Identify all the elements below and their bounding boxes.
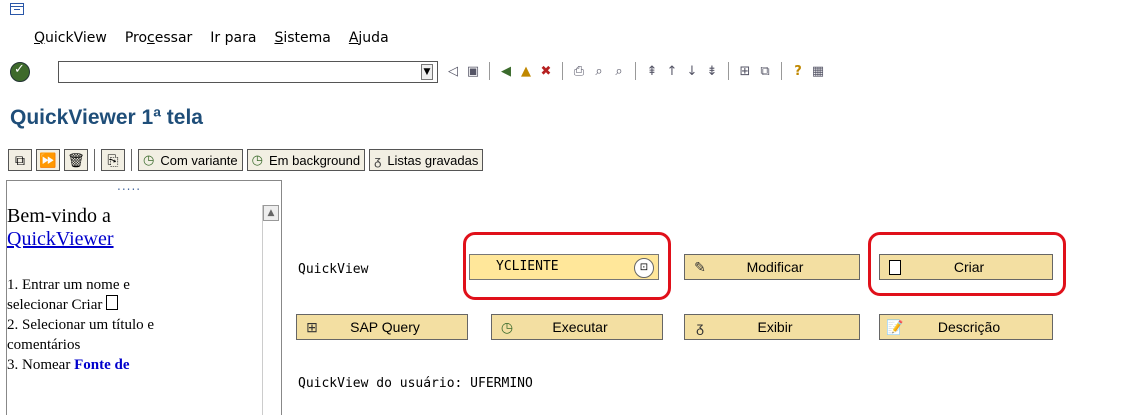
prev-page-icon[interactable]: ↑ — [663, 62, 681, 80]
executar-button[interactable]: ◷ Executar — [491, 314, 663, 340]
cancel-icon[interactable]: ✖ — [537, 62, 555, 80]
help-scrollbar[interactable]: ▲ — [262, 205, 279, 415]
clock-icon: ◷ — [500, 318, 514, 335]
clock-icon: ◷ — [251, 152, 263, 167]
step-2b: comentários — [7, 337, 81, 353]
back-arrow-icon[interactable]: ◁ — [444, 62, 462, 80]
exit-icon[interactable]: ▲ — [517, 62, 535, 80]
description-icon: 📝 — [886, 318, 904, 335]
menu-item-ajuda[interactable]: Ajuda — [345, 30, 393, 46]
user-info-text: QuickView do usuário: UFERMINO — [298, 376, 533, 391]
highlight-box-input — [463, 232, 671, 300]
menu-bar: QuickView Processar Ir para Sistema Ajud… — [0, 0, 1134, 54]
menu-item-processar[interactable]: Processar — [121, 30, 196, 46]
copy-icon[interactable]: ⧉ — [8, 149, 32, 171]
em-background-button[interactable]: ◷ Em background — [246, 149, 366, 171]
pencil-icon: ✎ — [694, 258, 706, 275]
step-2a: 2. Selecionar um título e — [7, 317, 155, 333]
delete-icon[interactable]: 🗑 — [64, 149, 88, 171]
create-doc-icon — [106, 295, 119, 310]
listas-gravadas-button[interactable]: ᵹ Listas gravadas — [369, 149, 484, 171]
panel-resize-handle[interactable]: ..... — [117, 179, 141, 193]
scroll-up-icon[interactable]: ▲ — [263, 205, 279, 221]
shortcut-icon[interactable]: ⧉ — [756, 62, 774, 80]
clock-icon: ◷ — [143, 152, 155, 167]
sap-query-icon: ⊞ — [306, 318, 318, 335]
descricao-button[interactable]: 📝 Descrição — [879, 314, 1053, 340]
print-icon[interactable]: ⎙ — [570, 62, 588, 80]
fonte-link[interactable]: Fonte de — [74, 357, 129, 373]
find-icon[interactable]: ⌕ — [590, 62, 608, 80]
glasses-icon: ᵹ — [374, 152, 382, 168]
enter-icon[interactable] — [10, 62, 30, 82]
find-next-icon[interactable]: ⌕ — [610, 62, 628, 80]
command-history-icon[interactable]: ▼ — [421, 64, 433, 80]
quickviewer-link[interactable]: QuickViewer — [7, 228, 257, 251]
new-session-icon[interactable]: ⊞ — [736, 62, 754, 80]
help-text: Bem-vindo a QuickViewer 1. Entrar um nom… — [7, 205, 257, 375]
sap-query-button[interactable]: ⊞ SAP Query — [296, 314, 468, 340]
toolbar-icons: ◁ ▣ ◀ ▲ ✖ ⎙ ⌕ ⌕ ⇞ ↑ ↓ ⇟ ⊞ ⧉ ? ▦ — [444, 62, 827, 80]
page-title: QuickViewer 1ª tela — [10, 106, 203, 129]
exibir-button[interactable]: ᵹ Exibir — [684, 314, 860, 340]
quickview-label: QuickView — [298, 262, 369, 277]
first-page-icon[interactable]: ⇞ — [643, 62, 661, 80]
application-toolbar: ⧉ ⏩ 🗑 ⎘ ◷ Com variante ◷ Em background ᵹ… — [8, 148, 484, 172]
back-icon[interactable]: ◀ — [497, 62, 515, 80]
system-menu-icon[interactable] — [10, 3, 24, 15]
execute-icon[interactable]: ⏩ — [36, 149, 60, 171]
menu-item-sistema[interactable]: Sistema — [270, 30, 334, 46]
welcome-text: Bem-vindo a — [7, 205, 111, 227]
menu-item-quickview[interactable]: QuickView — [30, 30, 111, 46]
modificar-button[interactable]: ✎ Modificar — [684, 254, 860, 280]
menu: QuickView Processar Ir para Sistema Ajud… — [30, 30, 393, 46]
step-1a: 1. Entrar um nome e — [7, 277, 130, 293]
highlight-box-criar — [868, 232, 1066, 296]
help-icon[interactable]: ? — [789, 62, 807, 80]
next-page-icon[interactable]: ↓ — [683, 62, 701, 80]
help-panel: ..... Bem-vindo a QuickViewer 1. Entrar … — [6, 179, 282, 415]
command-field[interactable]: ▼ — [58, 61, 438, 83]
step-1b: selecionar Criar — [7, 295, 257, 315]
standard-toolbar: ▼ ◁ ▣ ◀ ▲ ✖ ⎙ ⌕ ⌕ ⇞ ↑ ↓ ⇟ ⊞ ⧉ ? ▦ — [0, 56, 1134, 88]
save-icon[interactable]: ▣ — [464, 62, 482, 80]
glasses-icon: ᵹ — [696, 319, 704, 335]
step-3: 3. Nomear Fonte de — [7, 357, 130, 373]
com-variante-button[interactable]: ◷ Com variante — [138, 149, 243, 171]
layout-icon[interactable]: ▦ — [809, 62, 827, 80]
last-page-icon[interactable]: ⇟ — [703, 62, 721, 80]
menu-item-ir-para[interactable]: Ir para — [206, 30, 260, 46]
other-object-icon[interactable]: ⎘ — [101, 149, 125, 171]
